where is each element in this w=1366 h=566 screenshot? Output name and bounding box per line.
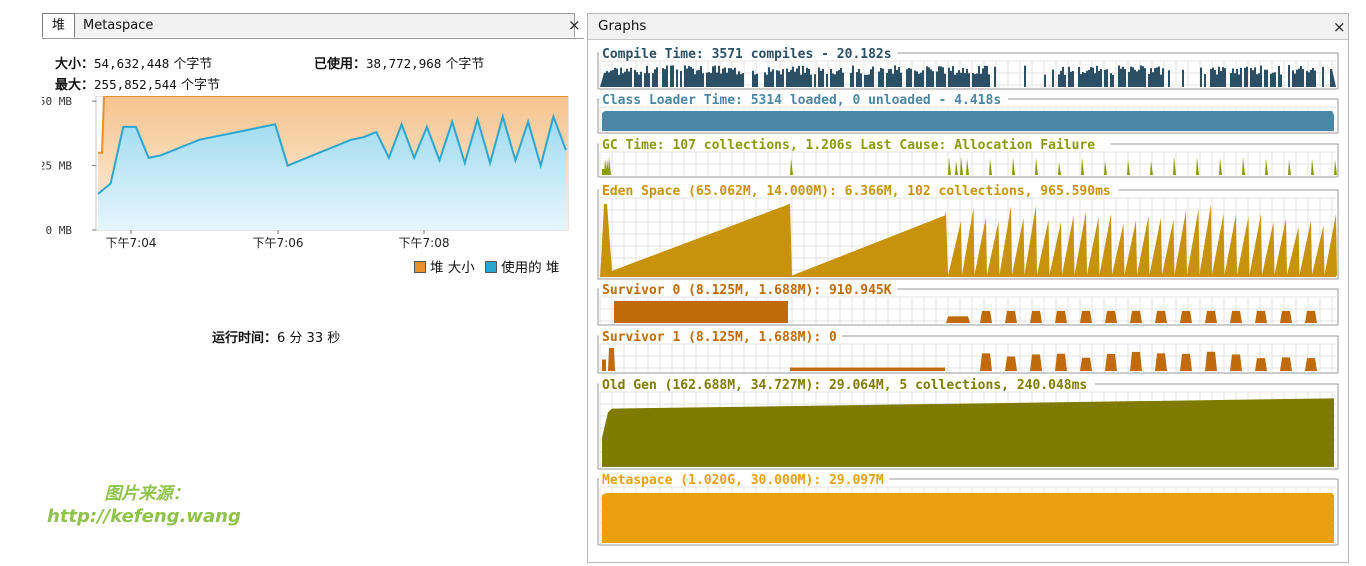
graph-series xyxy=(602,111,1334,131)
graph-row: Class Loader Time: 5314 loaded, 0 unload… xyxy=(597,92,1339,134)
chart-legend: 堆 大小 使用的 堆 xyxy=(414,256,559,276)
heap-max-value: 255,852,544 xyxy=(94,77,177,92)
tab-metaspace[interactable]: Metaspace xyxy=(75,13,575,37)
graph-label: Metaspace (1.020G, 30.000M): 29.097M xyxy=(602,473,884,488)
legend-used-label: 使用的 堆 xyxy=(501,260,560,276)
graph-label: GC Time: 107 collections, 1.206s Last Ca… xyxy=(602,138,1095,153)
x-tick-label: 下午7:08 xyxy=(399,236,450,250)
heap-size-label: 大小： xyxy=(55,57,95,72)
heap-used-value: 38,772,968 xyxy=(366,56,442,71)
graph-label: Survivor 1 (8.125M, 1.688M): 0 xyxy=(602,330,837,345)
legend-size-label: 堆 大小 xyxy=(430,260,475,276)
graph-label: Eden Space (65.062M, 14.000M): 6.366M, 1… xyxy=(602,184,1111,199)
y-tick-label: 25 MB xyxy=(42,160,72,173)
graphs-canvas: Compile Time: 3571 compiles - 20.182s Cla… xyxy=(597,46,1339,546)
heap-max-unit: 个字节 xyxy=(180,78,220,93)
heap-max-stat: 最大：255,852,544 个字节 xyxy=(55,74,220,93)
x-tick-label: 下午7:06 xyxy=(253,236,304,250)
uptime-value: 6 分 33 秒 xyxy=(277,331,341,346)
heap-panel: 堆 Metaspace × 大小：54,632,448 个字节 已使用：38,7… xyxy=(42,13,584,553)
graph-row: Metaspace (1.020G, 30.000M): 29.097M xyxy=(597,472,1339,546)
heap-size-value: 54,632,448 xyxy=(94,56,170,71)
heap-used-stat: 已使用：38,772,968 个字节 xyxy=(314,53,484,72)
x-tick-label: 下午7:04 xyxy=(106,236,157,250)
watermark-line-2: http://kefeng.wang xyxy=(47,506,241,527)
graph-label: Compile Time: 3571 compiles - 20.182s xyxy=(602,47,892,62)
graph-row: Survivor 1 (8.125M, 1.688M): 0 xyxy=(597,329,1339,374)
heap-used-unit: 个字节 xyxy=(445,57,485,72)
uptime-label: 运行时间： xyxy=(212,331,278,346)
watermark: 图片来源： http://kefeng.wang xyxy=(47,479,247,527)
watermark-line-1: 图片来源： xyxy=(104,484,190,504)
legend-swatch-used xyxy=(485,261,498,273)
heap-chart: 50 MB 25 MB 0 MB 下午7:04 下午7:06 下午7:08 xyxy=(42,96,569,250)
graph-row: Eden Space (65.062M, 14.000M): 6.366M, 1… xyxy=(597,183,1339,280)
graph-row: Old Gen (162.688M, 34.727M): 29.064M, 5 … xyxy=(597,377,1339,470)
heap-used-label: 已使用： xyxy=(314,57,367,72)
graph-series xyxy=(602,493,1334,543)
graph-label: Survivor 0 (8.125M, 1.688M): 910.945K xyxy=(602,283,892,298)
graph-label: Old Gen (162.688M, 34.727M): 29.064M, 5 … xyxy=(602,378,1087,393)
graph-label: Class Loader Time: 5314 loaded, 0 unload… xyxy=(602,93,1001,108)
graph-series xyxy=(602,398,1334,467)
legend-swatch-size xyxy=(414,261,426,273)
graph-row: Compile Time: 3571 compiles - 20.182s xyxy=(597,46,1339,90)
graph-row: Survivor 0 (8.125M, 1.688M): 910.945K xyxy=(597,282,1339,326)
tab-bar: 堆 Metaspace × xyxy=(42,13,584,39)
heap-size-unit: 个字节 xyxy=(173,57,213,72)
y-tick-label: 50 MB xyxy=(42,96,72,108)
graphs-panel: Graphs × Compile Time: 3571 compiles - 2… xyxy=(587,13,1349,563)
y-tick-label: 0 MB xyxy=(46,224,73,237)
graph-row: GC Time: 107 collections, 1.206s Last Ca… xyxy=(597,137,1339,178)
heap-max-label: 最大： xyxy=(55,78,95,93)
heap-size-stat: 大小：54,632,448 个字节 xyxy=(55,53,212,72)
tab-heap[interactable]: 堆 xyxy=(42,13,75,37)
close-icon[interactable]: × xyxy=(568,18,581,33)
uptime-stat: 运行时间：6 分 33 秒 xyxy=(212,327,340,346)
